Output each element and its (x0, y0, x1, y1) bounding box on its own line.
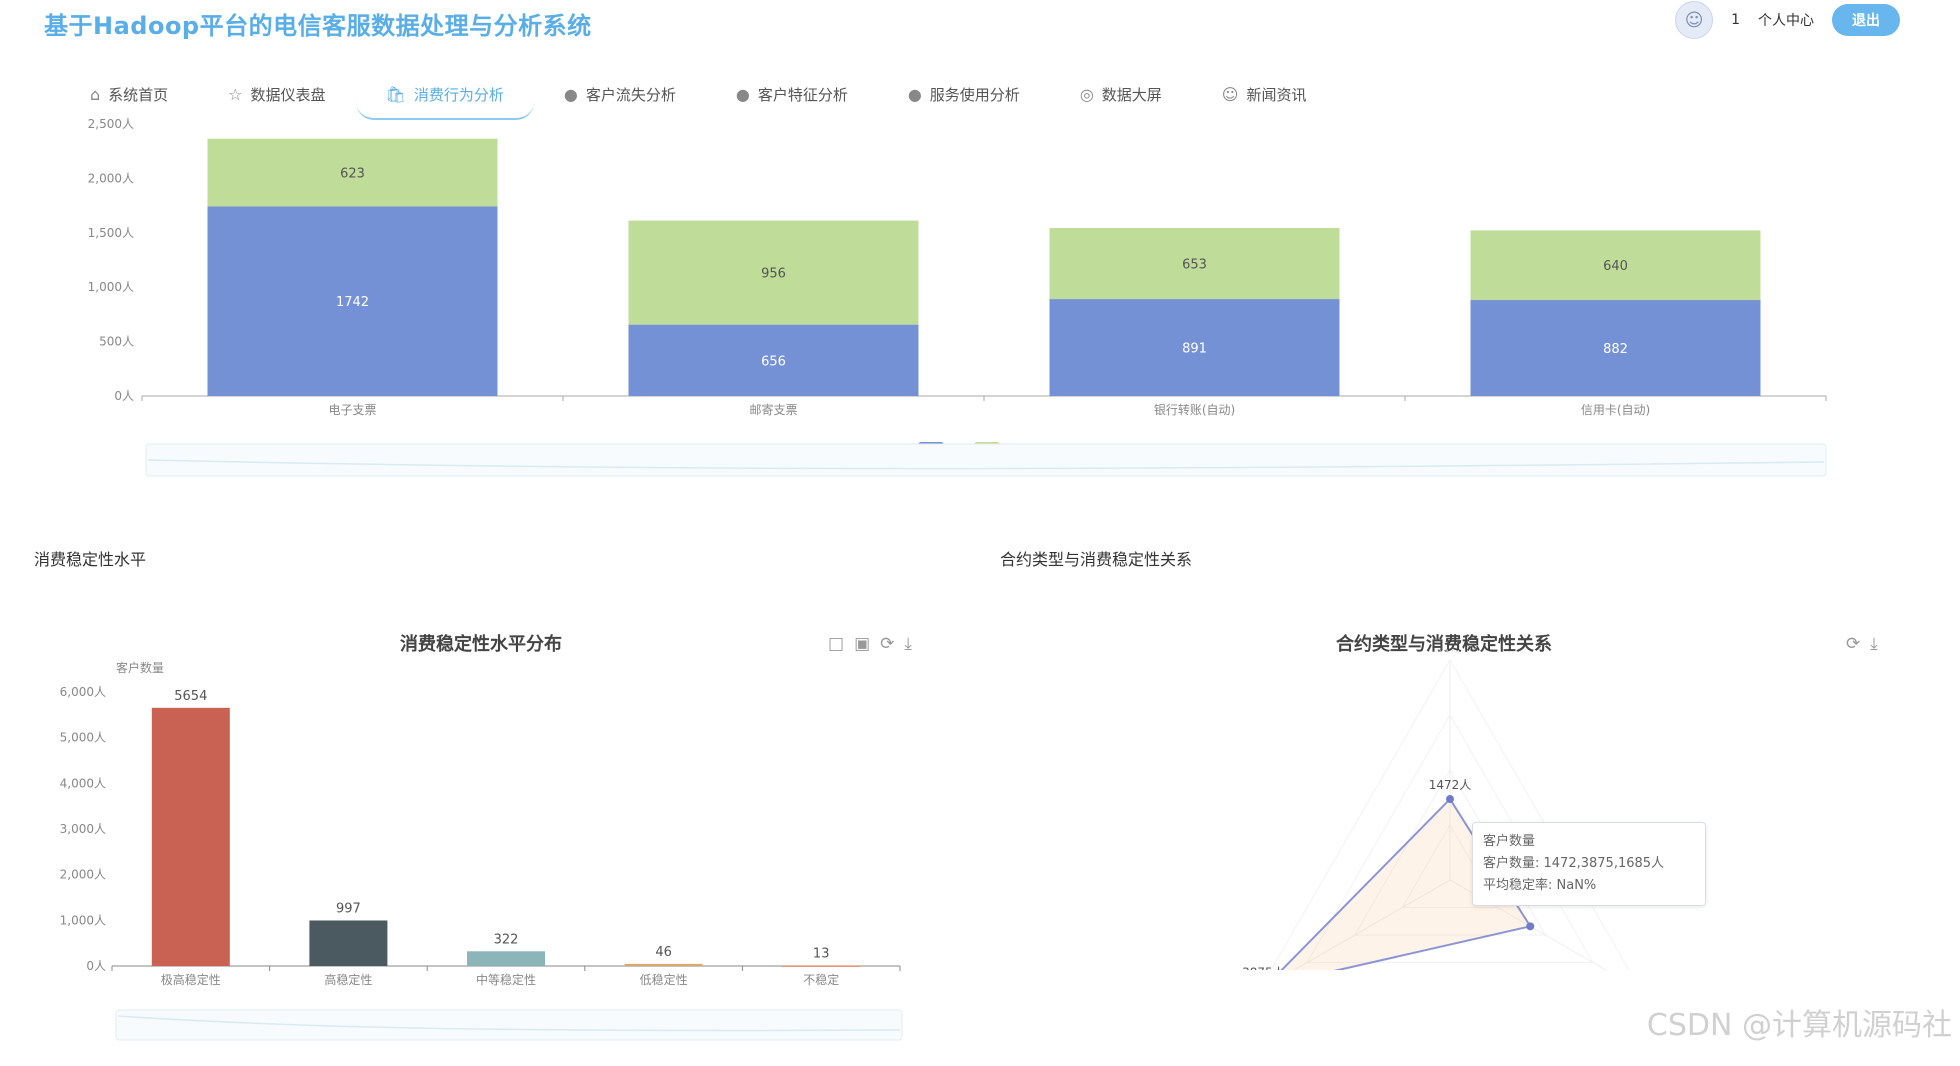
category-label: 低稳定性 (640, 972, 688, 987)
bar (467, 951, 545, 966)
nav-item-label: 消费行为分析 (413, 85, 504, 104)
y-axis-title: 客户数量 (116, 660, 164, 675)
section-title-right: 合约类型与消费稳定性关系 (1000, 550, 1193, 569)
nav-item-label: 数据仪表盘 (250, 85, 326, 104)
data-label: 322 (494, 932, 519, 947)
app-title: 基于Hadoop平台的电信客服数据处理与分析系统 (44, 12, 592, 40)
data-label: 5654 (174, 689, 207, 704)
nav-item-label: 客户特征分析 (757, 85, 848, 104)
bar (151, 707, 230, 966)
datazoom-slider[interactable] (115, 1009, 903, 1041)
download-icon[interactable]: ⤓ (1870, 634, 1878, 654)
bar (624, 963, 703, 966)
radar-point (1526, 922, 1535, 931)
y-tick-label: 5,000人 (60, 731, 106, 745)
radar-tooltip: 客户数量 客户数量: 1472,3875,1685人 平均稳定率: NaN% (1472, 822, 1706, 906)
radar-axis-label: 月付 (1439, 650, 1461, 653)
category-label: 邮寄支票 (749, 402, 797, 417)
data-label: 891 (1182, 342, 1207, 357)
payment-method-stacked-chart: 0人 500人 1,000人 1,500人 2,000人 2,500人 1742 623 电子支… (88, 117, 1827, 477)
radar-value-label: 3875人 (1242, 966, 1285, 970)
screen-icon: ◎ (1079, 84, 1094, 104)
category-label: 电子支票 (328, 403, 376, 417)
radar-point (1446, 795, 1454, 804)
y-tick-label: 4,000人 (60, 776, 106, 790)
home-icon: ⌂ (90, 84, 101, 104)
data-label: 956 (761, 267, 786, 282)
star-icon: ☆ (228, 84, 243, 104)
y-tick-label: 2,000人 (88, 171, 134, 185)
category-label: 高稳定性 (324, 972, 372, 987)
y-tick-label: 1,000人 (88, 280, 134, 294)
watermark: CSDN @计算机源码社 (1646, 1008, 1952, 1043)
bag-icon: 🛍 (385, 84, 406, 104)
data-label: 13 (813, 946, 830, 961)
data-label: 1742 (336, 295, 369, 310)
avatar[interactable]: ☺ (1675, 1, 1714, 39)
y-tick-label: 500人 (99, 335, 134, 349)
bar (782, 965, 861, 967)
y-tick-label: 6,000人 (60, 685, 106, 699)
category-label: 银行转账(自动) (1154, 402, 1235, 417)
nav-item-label: 数据大屏 (1101, 85, 1162, 104)
alert-icon: ● (563, 84, 578, 104)
user-count: 1 (1731, 12, 1740, 28)
section-title-left: 消费稳定性水平 (34, 550, 147, 569)
nav-item-label: 新闻资讯 (1246, 85, 1307, 104)
category-label: 中等稳定性 (476, 972, 536, 987)
y-tick-label: 2,500人 (88, 117, 134, 131)
user-box: ☺ 1 个人中心 退出 (1675, 1, 1900, 39)
y-tick-label: 2,000人 (60, 868, 106, 882)
bar (309, 920, 388, 966)
radar-value-label: 1472人 (1429, 778, 1472, 792)
tooltip-title: 客户数量 (1483, 834, 1536, 849)
data-label: 653 (1182, 258, 1207, 273)
y-tick-label: 0人 (86, 959, 106, 973)
data-label: 640 (1603, 259, 1628, 274)
stability-bar-chart: 客户数量 0人 1,000人 2,000人 3,000人 4,000人 5,000人 6,00… (60, 660, 903, 1041)
contract-radar-chart: 月付两年期按月付费1472人3875人 (1242, 650, 1630, 970)
personal-center-link[interactable]: 个人中心 (1758, 10, 1814, 30)
tooltip-line-count: 客户数量: 1472,3875,1685人 (1483, 856, 1665, 871)
nav-item-label: 服务使用分析 (929, 85, 1020, 104)
news-icon: ☺ (1221, 84, 1239, 104)
data-label: 656 (761, 354, 786, 369)
nav-item-label: 客户流失分析 (585, 85, 676, 104)
y-tick-label: 3,000人 (60, 822, 106, 836)
data-label: 623 (340, 167, 365, 182)
category-label: 信用卡(自动) (1581, 403, 1650, 417)
data-label: 997 (336, 901, 361, 916)
y-tick-label: 1,000人 (60, 913, 106, 927)
data-label: 882 (1603, 342, 1628, 357)
logout-button[interactable]: 退出 (1832, 4, 1900, 36)
datazoom-slider[interactable] (145, 443, 1827, 477)
y-tick-label: 0人 (114, 389, 134, 403)
category-label: 不稳定 (803, 972, 839, 987)
category-label: 极高稳定性 (161, 972, 221, 987)
data-label: 46 (655, 945, 672, 960)
info-icon: ● (907, 84, 922, 104)
tooltip-line-rate: 平均稳定率: NaN% (1483, 878, 1597, 893)
y-tick-label: 1,500人 (88, 226, 134, 240)
nav-item-label: 系统首页 (108, 85, 169, 104)
help-icon: ● (735, 84, 750, 104)
